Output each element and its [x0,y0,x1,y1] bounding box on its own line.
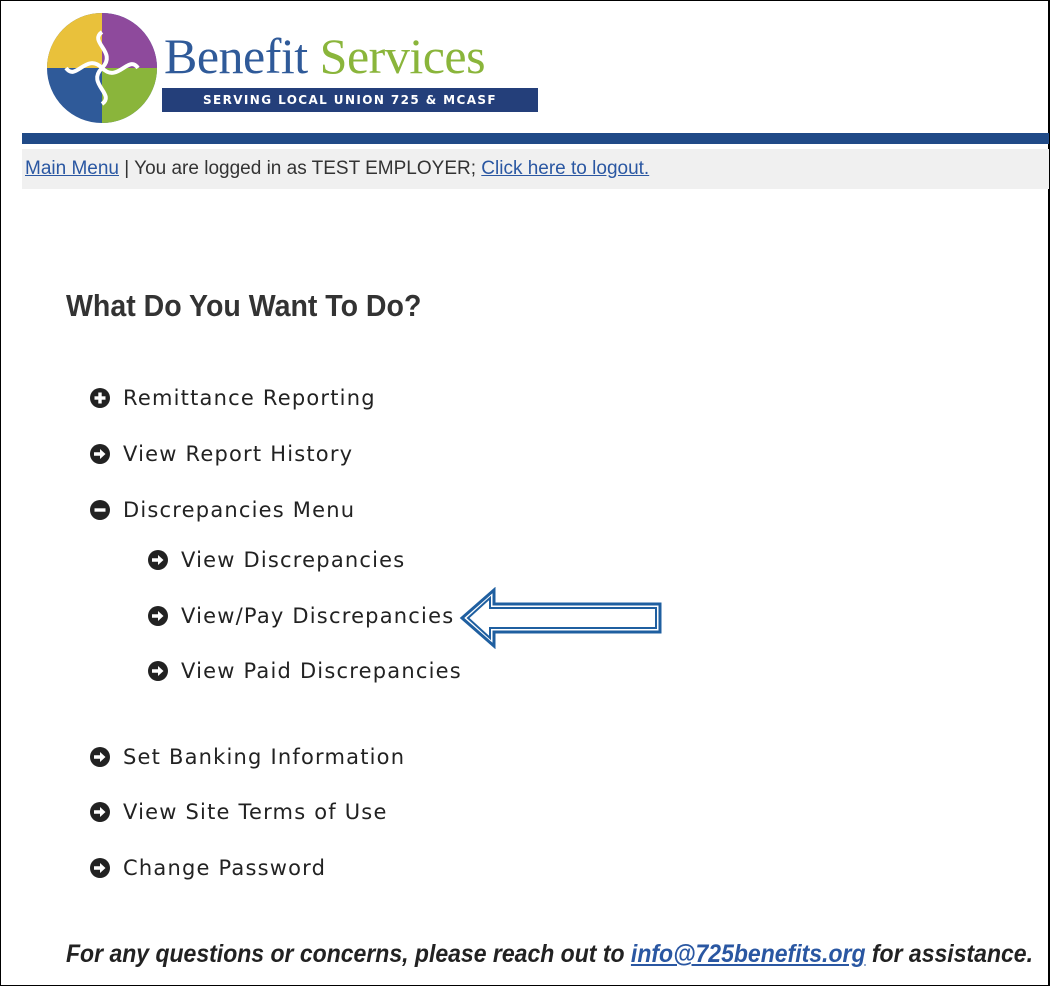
brand-name-part1: Benefit [164,28,308,84]
submenu-item-view-discrepancies[interactable]: View Discrepancies [147,544,405,576]
main-menu-link[interactable]: Main Menu [25,158,119,179]
arrow-right-circle-icon [90,858,110,878]
contact-email-link[interactable]: info@725benefits.org [631,940,866,968]
arrow-right-circle-icon [90,747,110,767]
minus-circle-icon [90,500,110,520]
arrow-right-circle-icon [90,802,110,822]
menu-item-label: Change Password [123,856,327,880]
arrow-right-circle-icon [148,550,168,570]
menu-item-label: Discrepancies Menu [123,498,356,522]
brand-tagline: SERVING LOCAL UNION 725 & MCASF [162,88,538,112]
menu-item-label: View Report History [123,442,354,466]
menu-item-label: Remittance Reporting [123,386,376,410]
menu-item-label: View Paid Discrepancies [181,659,462,683]
footer-text-after: for assistance. [865,940,1033,968]
menu-item-discrepancies-menu[interactable]: Discrepancies Menu [89,494,355,526]
menu-item-set-banking-information[interactable]: Set Banking Information [89,741,405,773]
submenu-item-view-pay-discrepancies[interactable]: View/Pay Discrepancies [147,600,454,632]
menu-item-label: View Site Terms of Use [123,800,388,824]
site-header: Benefit Services SERVING LOCAL UNION 725… [22,8,1050,132]
footer-contact-note: For any questions or concerns, please re… [66,934,1033,974]
login-status-text: | You are logged in as TEST EMPLOYER; [119,158,482,179]
footer-text-before: For any questions or concerns, please re… [66,940,631,968]
menu-item-remittance-reporting[interactable]: Remittance Reporting [89,382,376,414]
arrow-right-circle-icon [90,444,110,464]
arrow-right-circle-icon [148,606,168,626]
menu-item-label: Set Banking Information [123,745,406,769]
brand-name-part2: Services [319,28,486,84]
arrow-right-circle-icon [148,661,168,681]
callout-arrow-left-icon [459,587,662,649]
menu-item-change-password[interactable]: Change Password [89,852,326,884]
menu-item-label: View Discrepancies [181,548,406,572]
page-frame [0,0,1050,986]
header-divider [22,133,1049,144]
menu-item-view-report-history[interactable]: View Report History [89,438,353,470]
menu-item-label: View/Pay Discrepancies [181,604,455,628]
logout-link[interactable]: Click here to logout. [481,158,649,179]
nav-bar: Main Menu | You are logged in as TEST EM… [22,149,1049,189]
plus-circle-icon [90,388,110,408]
menu-item-view-site-terms[interactable]: View Site Terms of Use [89,796,388,828]
brand-name: Benefit Services [164,28,486,84]
page-title: What Do You Want To Do? [66,288,422,323]
benefit-services-logo-icon[interactable] [46,12,158,124]
submenu-item-view-paid-discrepancies[interactable]: View Paid Discrepancies [147,655,462,687]
